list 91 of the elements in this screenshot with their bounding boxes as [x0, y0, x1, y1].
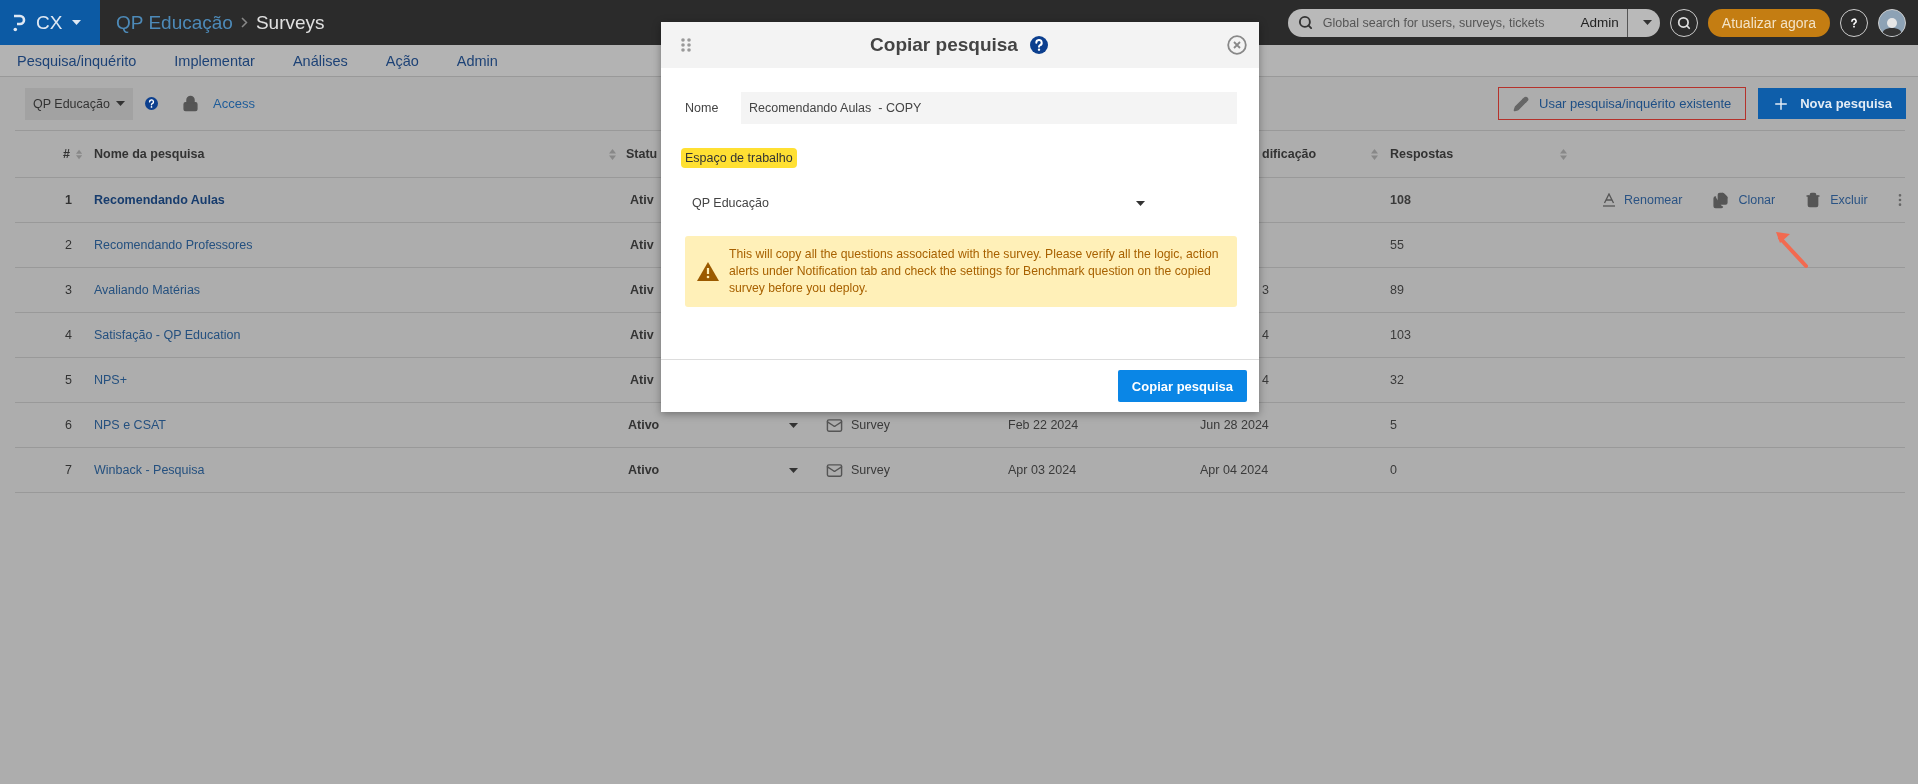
modified-date: 4	[1262, 328, 1269, 342]
response-count: 32	[1390, 373, 1404, 387]
scope-dropdown[interactable]: Admin	[1572, 8, 1628, 37]
trash-icon	[1805, 192, 1822, 208]
row-action-button[interactable]: Excluir	[1805, 192, 1868, 208]
row-number: 4	[65, 328, 72, 342]
row-number: 7	[65, 463, 72, 477]
copy-survey-button[interactable]: Copiar pesquisa	[1117, 370, 1247, 402]
field-label: Espaço de trabalho	[681, 148, 797, 168]
help-icon[interactable]	[1029, 36, 1048, 54]
column-header: Statu	[626, 147, 658, 161]
created-date: Apr 03 2024	[1008, 463, 1077, 477]
caret-icon	[789, 467, 798, 473]
breadcrumb-link[interactable]: QP Educação	[116, 11, 233, 34]
name-input-field[interactable]: Recomendando Aulas - COPY	[741, 92, 1237, 124]
modified-date: 3	[1262, 283, 1269, 297]
search-icon	[1297, 15, 1313, 30]
nav-item[interactable]: Admin	[456, 52, 498, 69]
close-icon[interactable]	[1227, 35, 1247, 55]
status-text: Ativ	[630, 238, 654, 252]
caret-icon	[116, 101, 125, 106]
status-text: Ativ	[630, 283, 654, 297]
breadcrumb-current: Surveys	[255, 11, 325, 34]
response-count: 108	[1390, 193, 1411, 207]
avatar-silhouette[interactable]	[1878, 8, 1906, 37]
response-count: 5	[1390, 418, 1397, 432]
warning-icon	[697, 262, 719, 281]
row-number: 2	[65, 238, 72, 252]
response-count: 55	[1390, 238, 1404, 252]
row-action-button[interactable]: Renomear	[1603, 193, 1683, 207]
nav-item[interactable]: Pesquisa/inquérito	[17, 52, 137, 69]
dialog-title: Copiar pesquisa	[870, 34, 1018, 56]
column-header: Respostas	[1390, 147, 1454, 161]
status-text[interactable]: Ativo	[628, 418, 660, 432]
status-text: Ativ	[630, 373, 654, 387]
column-header: dificação	[1262, 147, 1317, 161]
text-icon	[1603, 193, 1615, 207]
field-label: Nome	[685, 101, 720, 115]
search-icon	[1676, 15, 1691, 30]
survey-name-link[interactable]: Satisfação - QP Education	[94, 328, 241, 342]
survey-type: Survey	[851, 418, 890, 432]
column-header: #	[63, 147, 70, 161]
product-switcher[interactable]: CX	[0, 0, 100, 45]
survey-name-link[interactable]: Avaliando Matérias	[94, 283, 201, 297]
logo-icon	[12, 12, 26, 33]
status-text: Ativ	[630, 328, 654, 342]
access-link[interactable]: Access	[213, 96, 255, 111]
survey-name-link[interactable]: NPS+	[94, 373, 127, 387]
survey-type: Survey	[851, 463, 890, 477]
drag-handle-icon[interactable]	[681, 38, 691, 52]
pencil-icon	[1513, 95, 1529, 112]
survey-name-link[interactable]: Winback - Pesquisa	[94, 463, 205, 477]
search-bar[interactable]: Global search for users, surveys, tickets Admin	[1287, 8, 1660, 37]
caret-icon	[789, 422, 798, 428]
row-action-button[interactable]: Clonar	[1712, 191, 1776, 209]
nav-item[interactable]: Implementar	[174, 52, 255, 69]
new-survey-button[interactable]: Nova pesquisa	[1758, 88, 1906, 119]
column-header: Nome da pesquisa	[94, 147, 205, 161]
nav-item[interactable]: Ação	[385, 52, 419, 69]
caret-icon	[72, 20, 82, 25]
modified-date: Jun 28 2024	[1200, 418, 1269, 432]
survey-name-link[interactable]: Recomendando Professores	[94, 238, 253, 252]
modified-date: 4	[1262, 373, 1269, 387]
modified-date: Apr 04 2024	[1200, 463, 1269, 477]
created-date: Feb 22 2024	[1008, 418, 1079, 432]
workspace-dropdown[interactable]: QP Educação	[25, 87, 133, 120]
mail-icon	[826, 416, 843, 434]
status-text: Ativ	[630, 193, 654, 207]
caret-icon	[1136, 200, 1145, 206]
lock-icon	[182, 95, 199, 112]
update-now-button[interactable]: Atualizar agora	[1707, 8, 1830, 37]
survey-name-link[interactable]: Recomendando Aulas	[94, 193, 225, 207]
row-number: 6	[65, 418, 72, 432]
chevron-icon	[240, 17, 248, 28]
workspace-dropdown[interactable]: QP Educação	[685, 188, 1145, 218]
row-number: 1	[65, 193, 72, 207]
row-number: 5	[65, 373, 72, 387]
survey-name-link[interactable]: NPS e CSAT	[94, 418, 166, 432]
response-count: 103	[1390, 328, 1411, 342]
response-count: 89	[1390, 283, 1404, 297]
use-existing-survey-button[interactable]: Usar pesquisa/inquérito existente	[1498, 87, 1747, 120]
status-text[interactable]: Ativo	[628, 463, 660, 477]
mail-icon	[826, 461, 843, 479]
warning-text: This will copy all the questions associated with the survey. Please verify all the logic, action alerts under Notification tab and check the settings for Benchmark question on the copied survey before you deploy.	[729, 246, 1220, 297]
row-number: 3	[65, 283, 72, 297]
help-icon[interactable]	[145, 97, 158, 110]
nav-item[interactable]: Análises	[292, 52, 348, 69]
copy-icon	[1712, 191, 1730, 209]
caret-icon	[1643, 20, 1653, 25]
global-search-field[interactable]: Global search for users, surveys, tickets	[1320, 14, 1565, 31]
response-count: 0	[1390, 463, 1397, 477]
